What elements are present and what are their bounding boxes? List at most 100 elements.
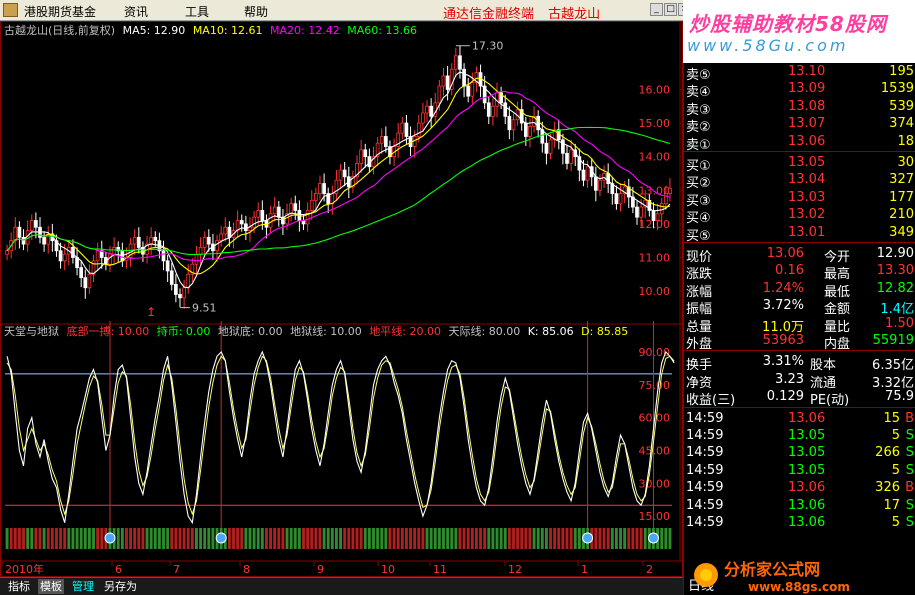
- candle-body: [663, 193, 668, 205]
- buy-dot-icon: [647, 532, 659, 544]
- bottom-toolbar: 指标 模板 管理 另存为: [0, 577, 683, 595]
- candle-body: [322, 183, 326, 195]
- candle-body: [491, 105, 495, 117]
- kline-chart[interactable]: 16.0015.0014.0013.0012.0011.0010.0017.30…: [0, 21, 683, 577]
- candle-body: [62, 253, 67, 262]
- candle-body: [42, 236, 46, 245]
- indicator-tick-label: 45.00: [639, 444, 671, 457]
- candle-body: [13, 226, 18, 242]
- stat-row: 外盘 53963 内盘 55919: [684, 332, 915, 352]
- terminal-title: 通达信金融终端: [443, 7, 535, 22]
- candle-body: [186, 273, 191, 289]
- fund-value: 3.31%: [762, 354, 804, 370]
- site-banner: 炒股辅助教材58股网 www.58Gu.com: [683, 0, 915, 63]
- tab-template[interactable]: 模板: [38, 579, 64, 594]
- hell-line-label: 地狱线: 10.00: [290, 324, 362, 338]
- candle-body: [29, 220, 34, 232]
- ask-row: 卖③ 13.08 539: [684, 98, 915, 118]
- x-tick-label: 9: [317, 563, 324, 576]
- candle-body: [182, 287, 186, 299]
- tick-price: 13.06: [788, 410, 826, 426]
- fundamental-row: 换手 3.31% 股本 6.35亿: [684, 353, 915, 373]
- candle-body: [454, 55, 458, 70]
- maximize-button[interactable]: □: [664, 3, 677, 16]
- bid-price: 13.02: [788, 207, 826, 223]
- x-tick-label: 10: [381, 563, 395, 576]
- window-title: 通达信金融终端 古越龙山: [443, 3, 600, 22]
- menu-help[interactable]: 帮助: [244, 3, 268, 20]
- candle-body: [445, 75, 450, 90]
- tick-volume: 266: [875, 445, 900, 461]
- menu-futures[interactable]: 港股期货基金: [24, 3, 96, 20]
- stock-name-link[interactable]: 古越龙山: [548, 7, 600, 22]
- menu-tools[interactable]: 工具: [185, 3, 209, 20]
- app-logo-icon[interactable]: [3, 3, 18, 17]
- stat-value: 0.16: [775, 263, 804, 279]
- tab-save-as[interactable]: 另存为: [102, 579, 139, 594]
- ask-volume: 374: [889, 116, 914, 132]
- candle-body: [227, 226, 232, 238]
- candle-body: [112, 247, 116, 255]
- candle-body: [618, 193, 623, 205]
- candle-body: [244, 223, 248, 232]
- fund-value: 0.129: [766, 389, 804, 405]
- minimize-button[interactable]: _: [650, 3, 663, 16]
- candle-body: [585, 166, 590, 181]
- candle-body: [260, 210, 265, 221]
- ask-price: 13.10: [788, 64, 826, 79]
- hell-bottom-label: 地狱底: 0.00: [218, 324, 283, 338]
- candle-body: [293, 203, 298, 211]
- bid-price: 13.01: [788, 224, 826, 240]
- candle-body: [58, 250, 63, 262]
- bid-volume: 327: [889, 172, 914, 188]
- bid-price: 13.05: [788, 155, 826, 170]
- price-tick-label: 11.00: [639, 251, 671, 264]
- tick-price: 13.05: [788, 428, 826, 443]
- candle-body: [161, 250, 166, 262]
- sky-line-label: 天际线: 80.00: [449, 324, 521, 338]
- buy-dot-icon: [104, 532, 116, 544]
- menu-news[interactable]: 资讯: [124, 3, 148, 20]
- tab-indicator[interactable]: 指标: [6, 579, 32, 594]
- candle-body: [174, 283, 178, 295]
- candle-body: [614, 193, 619, 205]
- candle-body: [544, 142, 549, 154]
- tick-volume: 5: [891, 428, 900, 443]
- ma60-label: MA60: 13.66: [347, 24, 417, 37]
- fund-label: 收益(三): [686, 393, 736, 409]
- candle-body: [268, 213, 273, 228]
- stat-value: 3.72%: [762, 298, 804, 314]
- candle-body: [437, 85, 442, 104]
- candle-body: [248, 226, 252, 232]
- tick-price: 13.06: [788, 480, 826, 496]
- candle-body: [239, 220, 244, 225]
- tick-direction: B: [905, 480, 914, 496]
- stat-value-2: 12.82: [876, 280, 914, 296]
- candle-body: [178, 294, 182, 299]
- candle-body: [252, 216, 256, 228]
- candle-body: [441, 75, 446, 87]
- candle-body: [659, 203, 664, 215]
- quote-panel: 卖⑤ 13.10 195 卖④ 13.09 1539 卖③ 13.08 539 卖② 13.07 37…: [683, 63, 915, 595]
- ask-row: 卖⑤ 13.10 195: [684, 63, 915, 83]
- stat-value-2: 13.30: [876, 263, 914, 279]
- ask-price: 13.07: [788, 116, 826, 132]
- tick-volume: 15: [883, 410, 900, 426]
- stat-value-2: 55919: [872, 333, 914, 348]
- indicator-tick-label: 30.00: [639, 477, 671, 490]
- fundamental-row: 净资 3.23 流通 3.32亿: [684, 371, 915, 391]
- candle-body: [523, 122, 528, 137]
- tick-direction: B: [905, 410, 914, 426]
- tick-direction: S: [905, 462, 914, 478]
- candle-body: [83, 277, 88, 289]
- tick-direction: S: [905, 515, 914, 530]
- candle-body: [272, 206, 277, 215]
- stat-value: 1.24%: [762, 280, 804, 296]
- candle-body: [486, 102, 491, 117]
- candle-body: [153, 236, 158, 242]
- candle-body: [404, 122, 409, 137]
- tab-manage[interactable]: 管理: [70, 579, 96, 594]
- chart-area[interactable]: 16.00 15.00 14.00 13.00 12.00 11.00 10.00 17.30…: [0, 21, 683, 577]
- quote-separator: [684, 151, 915, 152]
- ask-volume: 195: [889, 64, 914, 79]
